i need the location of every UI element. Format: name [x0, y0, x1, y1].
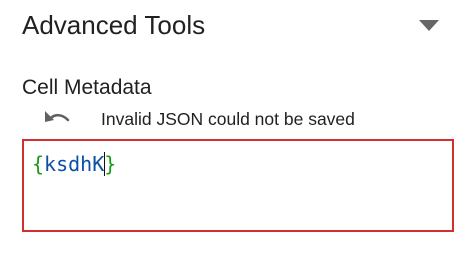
- editor-text: ksdhK: [44, 152, 105, 176]
- panel-title: Advanced Tools: [22, 10, 206, 40]
- caret-down-icon[interactable]: [410, 12, 448, 38]
- cell-metadata-label: Cell Metadata: [22, 76, 152, 99]
- close-brace: }: [104, 152, 117, 176]
- undo-icon[interactable]: [42, 106, 72, 132]
- cell-metadata-editor[interactable]: {ksdhK}: [22, 139, 454, 232]
- advanced-tools-header[interactable]: Advanced Tools: [0, 0, 474, 54]
- code-line: {ksdhK}: [32, 151, 116, 177]
- metadata-error-row: Invalid JSON could not be saved: [0, 104, 474, 134]
- error-message: Invalid JSON could not be saved: [101, 109, 355, 129]
- open-brace: {: [32, 152, 45, 176]
